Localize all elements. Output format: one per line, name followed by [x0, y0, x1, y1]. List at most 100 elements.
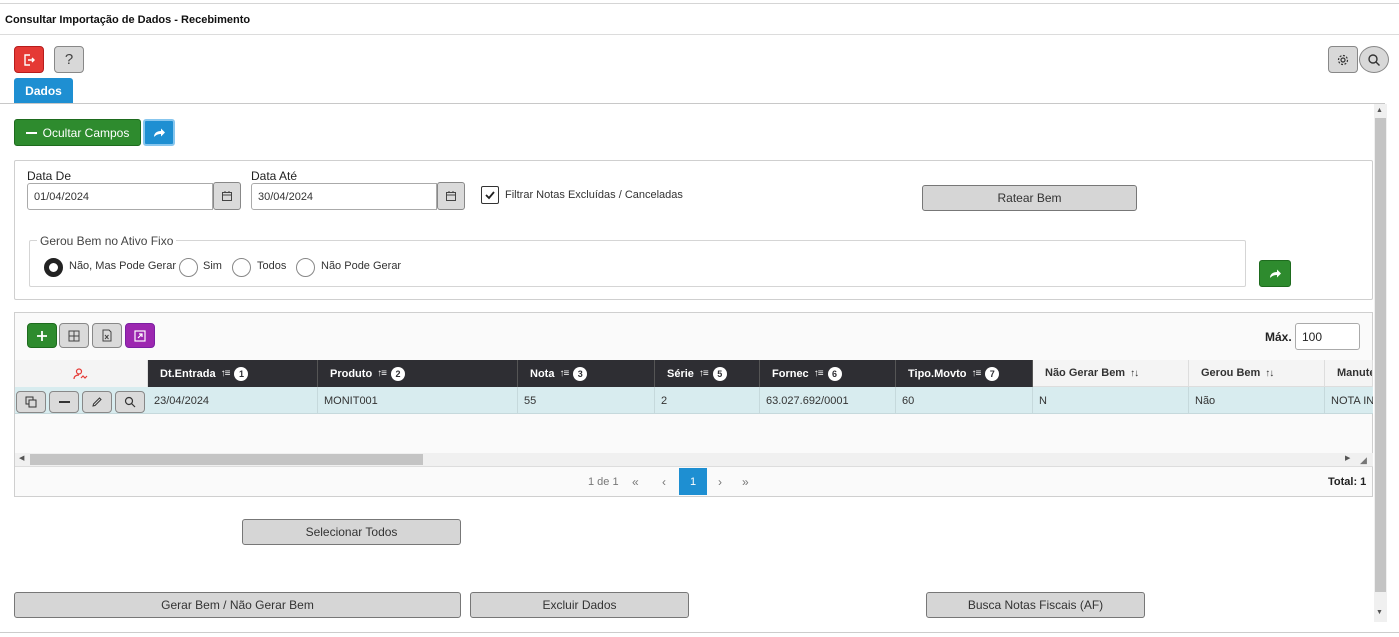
- radio-nao-mas-pode-gerar[interactable]: [44, 258, 63, 277]
- ocultar-campos-label: Ocultar Campos: [42, 125, 130, 140]
- filtrar-notas-label: Filtrar Notas Excluídas / Canceladas: [505, 189, 683, 201]
- tab-dados[interactable]: Dados: [14, 78, 73, 103]
- cell-manute[interactable]: NOTA INC: [1325, 387, 1373, 414]
- page: Consultar Importação de Dados - Recebime…: [0, 0, 1399, 637]
- max-input[interactable]: 100: [1295, 323, 1360, 350]
- edit-row-button[interactable]: [82, 391, 112, 413]
- copy-row-button[interactable]: [16, 391, 46, 413]
- column-header-nota[interactable]: Nota ↑≡ 3: [518, 360, 655, 387]
- ratear-bem-button[interactable]: Ratear Bem: [922, 185, 1137, 211]
- search-button[interactable]: [1359, 46, 1389, 73]
- search-icon: [1368, 53, 1380, 66]
- horizontal-scrollbar-thumb[interactable]: [30, 454, 423, 465]
- export-excel-button[interactable]: [92, 323, 122, 348]
- data-ate-input[interactable]: 30/04/2024: [251, 183, 437, 210]
- cell-nota[interactable]: 55: [518, 387, 655, 414]
- column-header-tipo-movto[interactable]: Tipo.Movto ↑≡ 7: [896, 360, 1033, 387]
- radio-label-todos: Todos: [257, 260, 287, 272]
- next-page-icon[interactable]: ›: [718, 475, 722, 489]
- copy-icon: [25, 396, 37, 408]
- tab-divider: [0, 103, 1385, 104]
- column-header-nao-gerar-bem[interactable]: Não Gerar Bem ↑↓: [1033, 360, 1189, 387]
- sort-asc-icon[interactable]: ↑≡: [699, 368, 709, 379]
- column-label: Produto: [330, 367, 373, 380]
- resize-handle-icon[interactable]: ◢: [1360, 455, 1367, 466]
- sort-icon[interactable]: ↑↓: [1130, 368, 1139, 379]
- data-de-label: Data De: [27, 169, 72, 183]
- filtrar-notas-checkbox[interactable]: [481, 186, 499, 204]
- cell-serie[interactable]: 2: [655, 387, 760, 414]
- column-label: Manute: [1337, 367, 1373, 379]
- radio-nao-pode-gerar[interactable]: [296, 258, 315, 277]
- gerou-bem-legend: Gerou Bem no Ativo Fixo: [37, 234, 177, 248]
- cell-tipo-movto[interactable]: 60: [896, 387, 1033, 414]
- view-row-button[interactable]: [115, 391, 145, 413]
- sort-asc-icon[interactable]: ↑≡: [971, 368, 981, 379]
- title-divider: [0, 34, 1399, 35]
- bottom-divider: [0, 632, 1399, 633]
- column-label: Fornec: [772, 367, 809, 380]
- column-header-fornec[interactable]: Fornec ↑≡ 6: [760, 360, 896, 387]
- column-label: Tipo.Movto: [908, 367, 967, 380]
- data-ate-label: Data Até: [251, 169, 298, 183]
- share-button[interactable]: [143, 119, 175, 146]
- column-label: Gerou Bem: [1201, 367, 1261, 379]
- page-button-current[interactable]: 1: [679, 468, 707, 495]
- cell-dt-entrada[interactable]: 23/04/2024: [148, 387, 318, 414]
- excluir-dados-button[interactable]: Excluir Dados: [470, 592, 689, 618]
- sort-order-badge: 5: [712, 366, 727, 381]
- sort-icon[interactable]: ↑↓: [1265, 368, 1274, 379]
- sort-asc-icon[interactable]: ↑≡: [814, 368, 824, 379]
- minus-icon: [25, 131, 37, 134]
- sort-asc-icon[interactable]: ↑≡: [221, 368, 231, 379]
- help-button[interactable]: ?: [54, 46, 84, 73]
- exit-button[interactable]: [14, 46, 44, 73]
- cell-produto[interactable]: MONIT001: [318, 387, 518, 414]
- vertical-scrollbar-thumb[interactable]: [1375, 118, 1386, 592]
- user-signature-icon[interactable]: [73, 367, 89, 380]
- exit-icon: [24, 53, 35, 66]
- apply-filter-button[interactable]: [1259, 260, 1291, 287]
- data-ate-calendar-button[interactable]: [437, 182, 465, 210]
- column-header-serie[interactable]: Série ↑≡ 5: [655, 360, 760, 387]
- cell-nao-gerar-bem[interactable]: N: [1033, 387, 1189, 414]
- selecionar-todos-button[interactable]: Selecionar Todos: [242, 519, 461, 545]
- pager-info: 1 de 1: [588, 476, 619, 488]
- data-de-calendar-button[interactable]: [213, 182, 241, 210]
- columns-button[interactable]: [59, 323, 89, 348]
- data-de-input[interactable]: 01/04/2024: [27, 183, 213, 210]
- scroll-up-icon[interactable]: ▲: [1376, 107, 1383, 114]
- column-label: Nota: [530, 367, 555, 380]
- column-header-gerou-bem[interactable]: Gerou Bem ↑↓: [1189, 360, 1325, 387]
- expand-button[interactable]: [125, 323, 155, 348]
- column-header-dt-entrada[interactable]: Dt.Entrada ↑≡ 1: [148, 360, 318, 387]
- cell-fornec[interactable]: 63.027.692/0001: [760, 387, 896, 414]
- column-header-produto[interactable]: Produto ↑≡ 2: [318, 360, 518, 387]
- sort-asc-icon[interactable]: ↑≡: [377, 368, 387, 379]
- ocultar-campos-button[interactable]: Ocultar Campos: [14, 119, 141, 146]
- minus-icon: [58, 401, 70, 403]
- last-page-icon[interactable]: »: [742, 475, 749, 489]
- total-count: Total: 1: [1328, 476, 1366, 488]
- scroll-right-icon[interactable]: ▶: [1345, 454, 1350, 462]
- scroll-left-icon[interactable]: ◀: [19, 454, 24, 462]
- scroll-down-icon[interactable]: ▼: [1376, 609, 1383, 616]
- settings-button[interactable]: [1328, 46, 1358, 73]
- gerar-bem-button[interactable]: Gerar Bem / Não Gerar Bem: [14, 592, 461, 618]
- cell-gerou-bem[interactable]: Não: [1189, 387, 1325, 414]
- first-page-icon[interactable]: «: [632, 475, 639, 489]
- sort-asc-icon[interactable]: ↑≡: [559, 368, 569, 379]
- radio-sim[interactable]: [179, 258, 198, 277]
- remove-row-button[interactable]: [49, 391, 79, 413]
- column-label: Não Gerar Bem: [1045, 367, 1126, 379]
- sort-order-badge: 2: [391, 366, 406, 381]
- add-button[interactable]: [27, 323, 57, 348]
- radio-todos[interactable]: [232, 258, 251, 277]
- prev-page-icon[interactable]: ‹: [662, 475, 666, 489]
- sort-order-badge: 1: [234, 366, 249, 381]
- plus-icon: [37, 330, 47, 341]
- check-icon: [485, 191, 495, 200]
- busca-notas-button[interactable]: Busca Notas Fiscais (AF): [926, 592, 1145, 618]
- expand-icon: [134, 329, 146, 342]
- column-header-manute[interactable]: Manute: [1325, 360, 1373, 387]
